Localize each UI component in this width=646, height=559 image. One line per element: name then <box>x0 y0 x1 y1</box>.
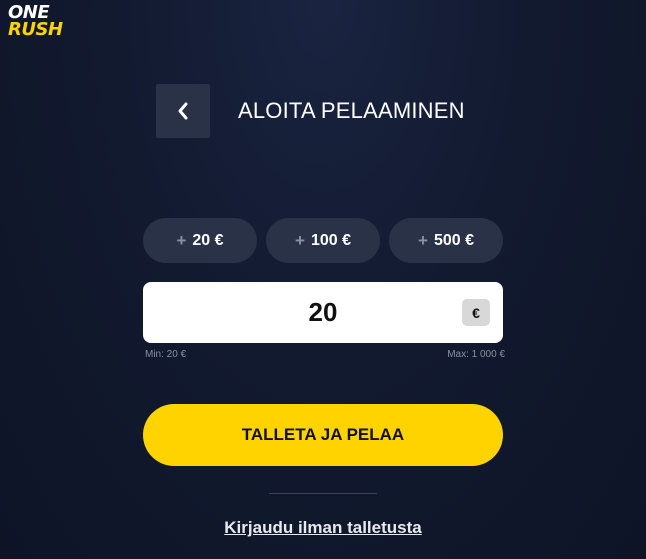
quick-amounts: + 20 € + 100 € + 500 € <box>143 218 503 263</box>
chevron-left-icon <box>178 102 188 120</box>
quick-amount-label: 100 € <box>310 231 351 249</box>
quick-amount-100-button[interactable]: + 100 € <box>266 218 380 263</box>
divider <box>269 493 377 494</box>
max-limit: Max: 1 000 € <box>447 349 505 360</box>
plus-icon: + <box>176 230 187 250</box>
deposit-amount-field[interactable]: € <box>143 282 503 343</box>
logo-line-two: RUSH <box>8 19 63 40</box>
quick-amount-20-button[interactable]: + 20 € <box>143 218 257 263</box>
deposit-and-play-button[interactable]: TALLETA JA PELAA <box>143 404 503 466</box>
min-limit: Min: 20 € <box>145 349 187 360</box>
back-button[interactable] <box>156 84 210 138</box>
page-title: ALOITA PELAAMINEN <box>238 98 465 123</box>
plus-icon: + <box>295 230 305 250</box>
deposit-amount-input[interactable] <box>223 297 423 328</box>
login-without-deposit-link[interactable]: Kirjaudu ilman talletusta <box>0 518 646 538</box>
plus-icon: + <box>418 230 428 250</box>
quick-amount-label: 20 € <box>192 231 224 249</box>
brand-logo[interactable]: ONE RUSH <box>8 4 63 40</box>
deposit-limits: Min: 20 € Max: 1 000 € <box>145 349 505 360</box>
quick-amount-500-button[interactable]: + 500 € <box>389 218 503 263</box>
quick-amount-label: 500 € <box>433 231 474 249</box>
page-header: ALOITA PELAAMINEN <box>156 84 465 138</box>
currency-badge: € <box>462 299 490 326</box>
